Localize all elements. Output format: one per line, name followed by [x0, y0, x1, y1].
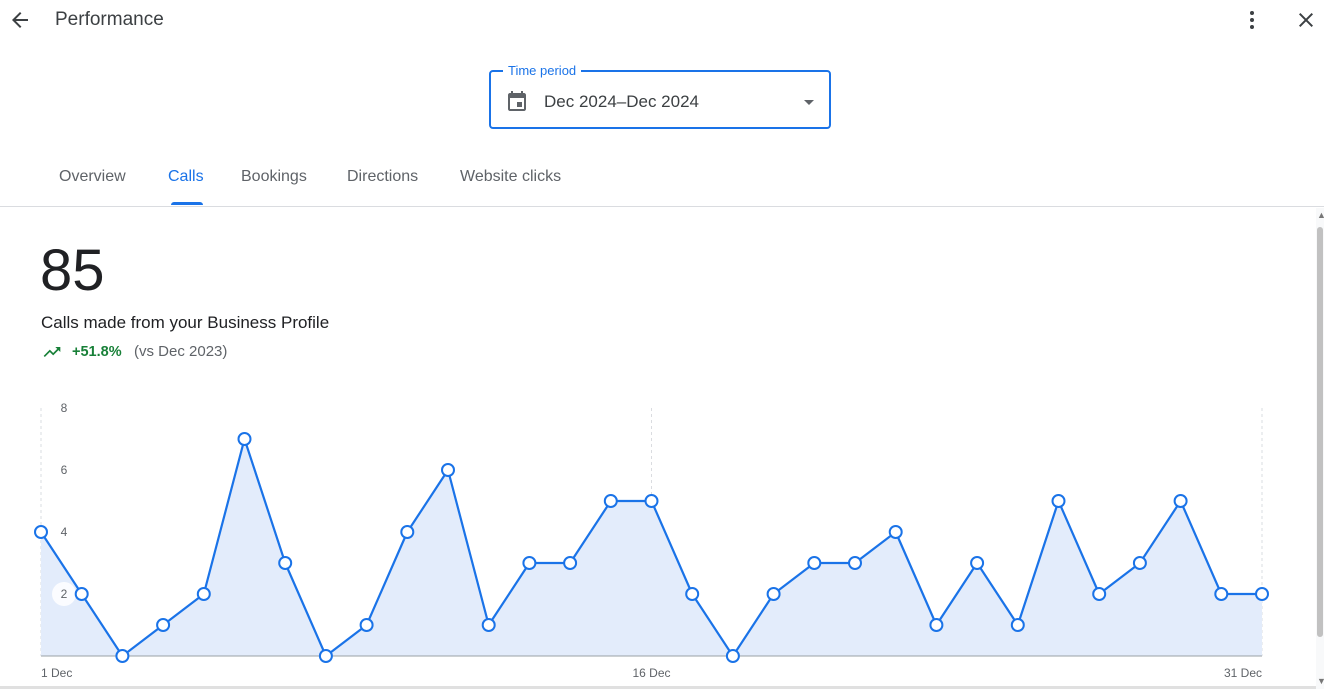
tab-calls[interactable]: Calls: [168, 168, 204, 186]
data-point: [685, 587, 700, 601]
y-tick-label: 8: [61, 401, 68, 415]
data-point: [522, 556, 537, 570]
data-point: [1132, 556, 1147, 570]
y-tick-label: 4: [61, 525, 68, 539]
time-period-label: Time period: [503, 63, 582, 79]
data-point: [888, 525, 903, 539]
data-point: [74, 587, 89, 601]
metric-description: Calls made from your Business Profile: [41, 313, 330, 332]
x-tick-label: 1 Dec: [41, 666, 72, 680]
x-tick-label: 16 Dec: [632, 666, 670, 680]
scroll-down-icon[interactable]: ▼: [1317, 676, 1324, 686]
close-button[interactable]: [1294, 8, 1318, 32]
page-title: Performance: [55, 9, 164, 30]
data-point: [1010, 618, 1025, 632]
back-button[interactable]: [8, 8, 32, 32]
data-point: [766, 587, 781, 601]
dropdown-arrow-icon: [804, 100, 814, 105]
data-point: [359, 618, 374, 632]
data-point: [278, 556, 293, 570]
data-point: [725, 649, 740, 663]
x-tick-label: 31 Dec: [1224, 666, 1262, 680]
data-point: [1255, 587, 1269, 601]
top-bar: Performance: [0, 0, 1324, 42]
data-point: [318, 649, 333, 663]
data-point: [156, 618, 171, 632]
data-point: [196, 587, 211, 601]
data-point: [115, 649, 130, 663]
active-tab-indicator: [171, 202, 203, 205]
data-point: [807, 556, 822, 570]
y-tick-label: 6: [61, 463, 68, 477]
data-point: [848, 556, 862, 570]
arrow-back-icon: [12, 12, 28, 28]
data-point: [603, 494, 618, 508]
metric-value: 85: [40, 238, 105, 303]
tab-directions[interactable]: Directions: [347, 168, 418, 186]
trend-percentage: +51.8%: [72, 344, 122, 360]
data-point: [644, 494, 659, 508]
more-options-button[interactable]: [1240, 8, 1264, 32]
data-point: [34, 525, 48, 539]
tab-website-clicks[interactable]: Website clicks: [460, 168, 561, 186]
calendar-icon: [508, 91, 526, 111]
data-point: [929, 618, 944, 632]
data-point: [1173, 494, 1188, 508]
more-vert-icon: [1250, 11, 1254, 29]
tab-bookings[interactable]: Bookings: [241, 168, 307, 186]
data-point: [237, 432, 252, 446]
data-point: [1092, 587, 1107, 601]
data-point: [481, 618, 496, 632]
data-point: [970, 556, 985, 570]
close-icon: [1299, 13, 1313, 27]
scrollbar-thumb[interactable]: [1317, 227, 1323, 637]
data-point: [441, 463, 455, 477]
data-point: [1214, 587, 1229, 601]
trending-up-icon: [43, 347, 61, 357]
scroll-up-icon[interactable]: ▲: [1317, 210, 1324, 220]
trend-comparison: (vs Dec 2023): [134, 343, 228, 360]
time-period-select[interactable]: Time period Dec 2024–Dec 2024: [489, 63, 831, 129]
tab-bar: Overview Calls Bookings Directions Websi…: [0, 150, 1324, 207]
calls-chart: 2 4 6 8 1 Dec 16 Dec 31 Dec: [34, 401, 1269, 680]
y-tick-label: 2: [61, 587, 68, 601]
tab-overview[interactable]: Overview: [59, 168, 126, 186]
data-point: [1051, 494, 1066, 508]
time-period-value: Dec 2024–Dec 2024: [544, 92, 700, 111]
data-point: [400, 525, 415, 539]
data-point: [563, 556, 578, 570]
